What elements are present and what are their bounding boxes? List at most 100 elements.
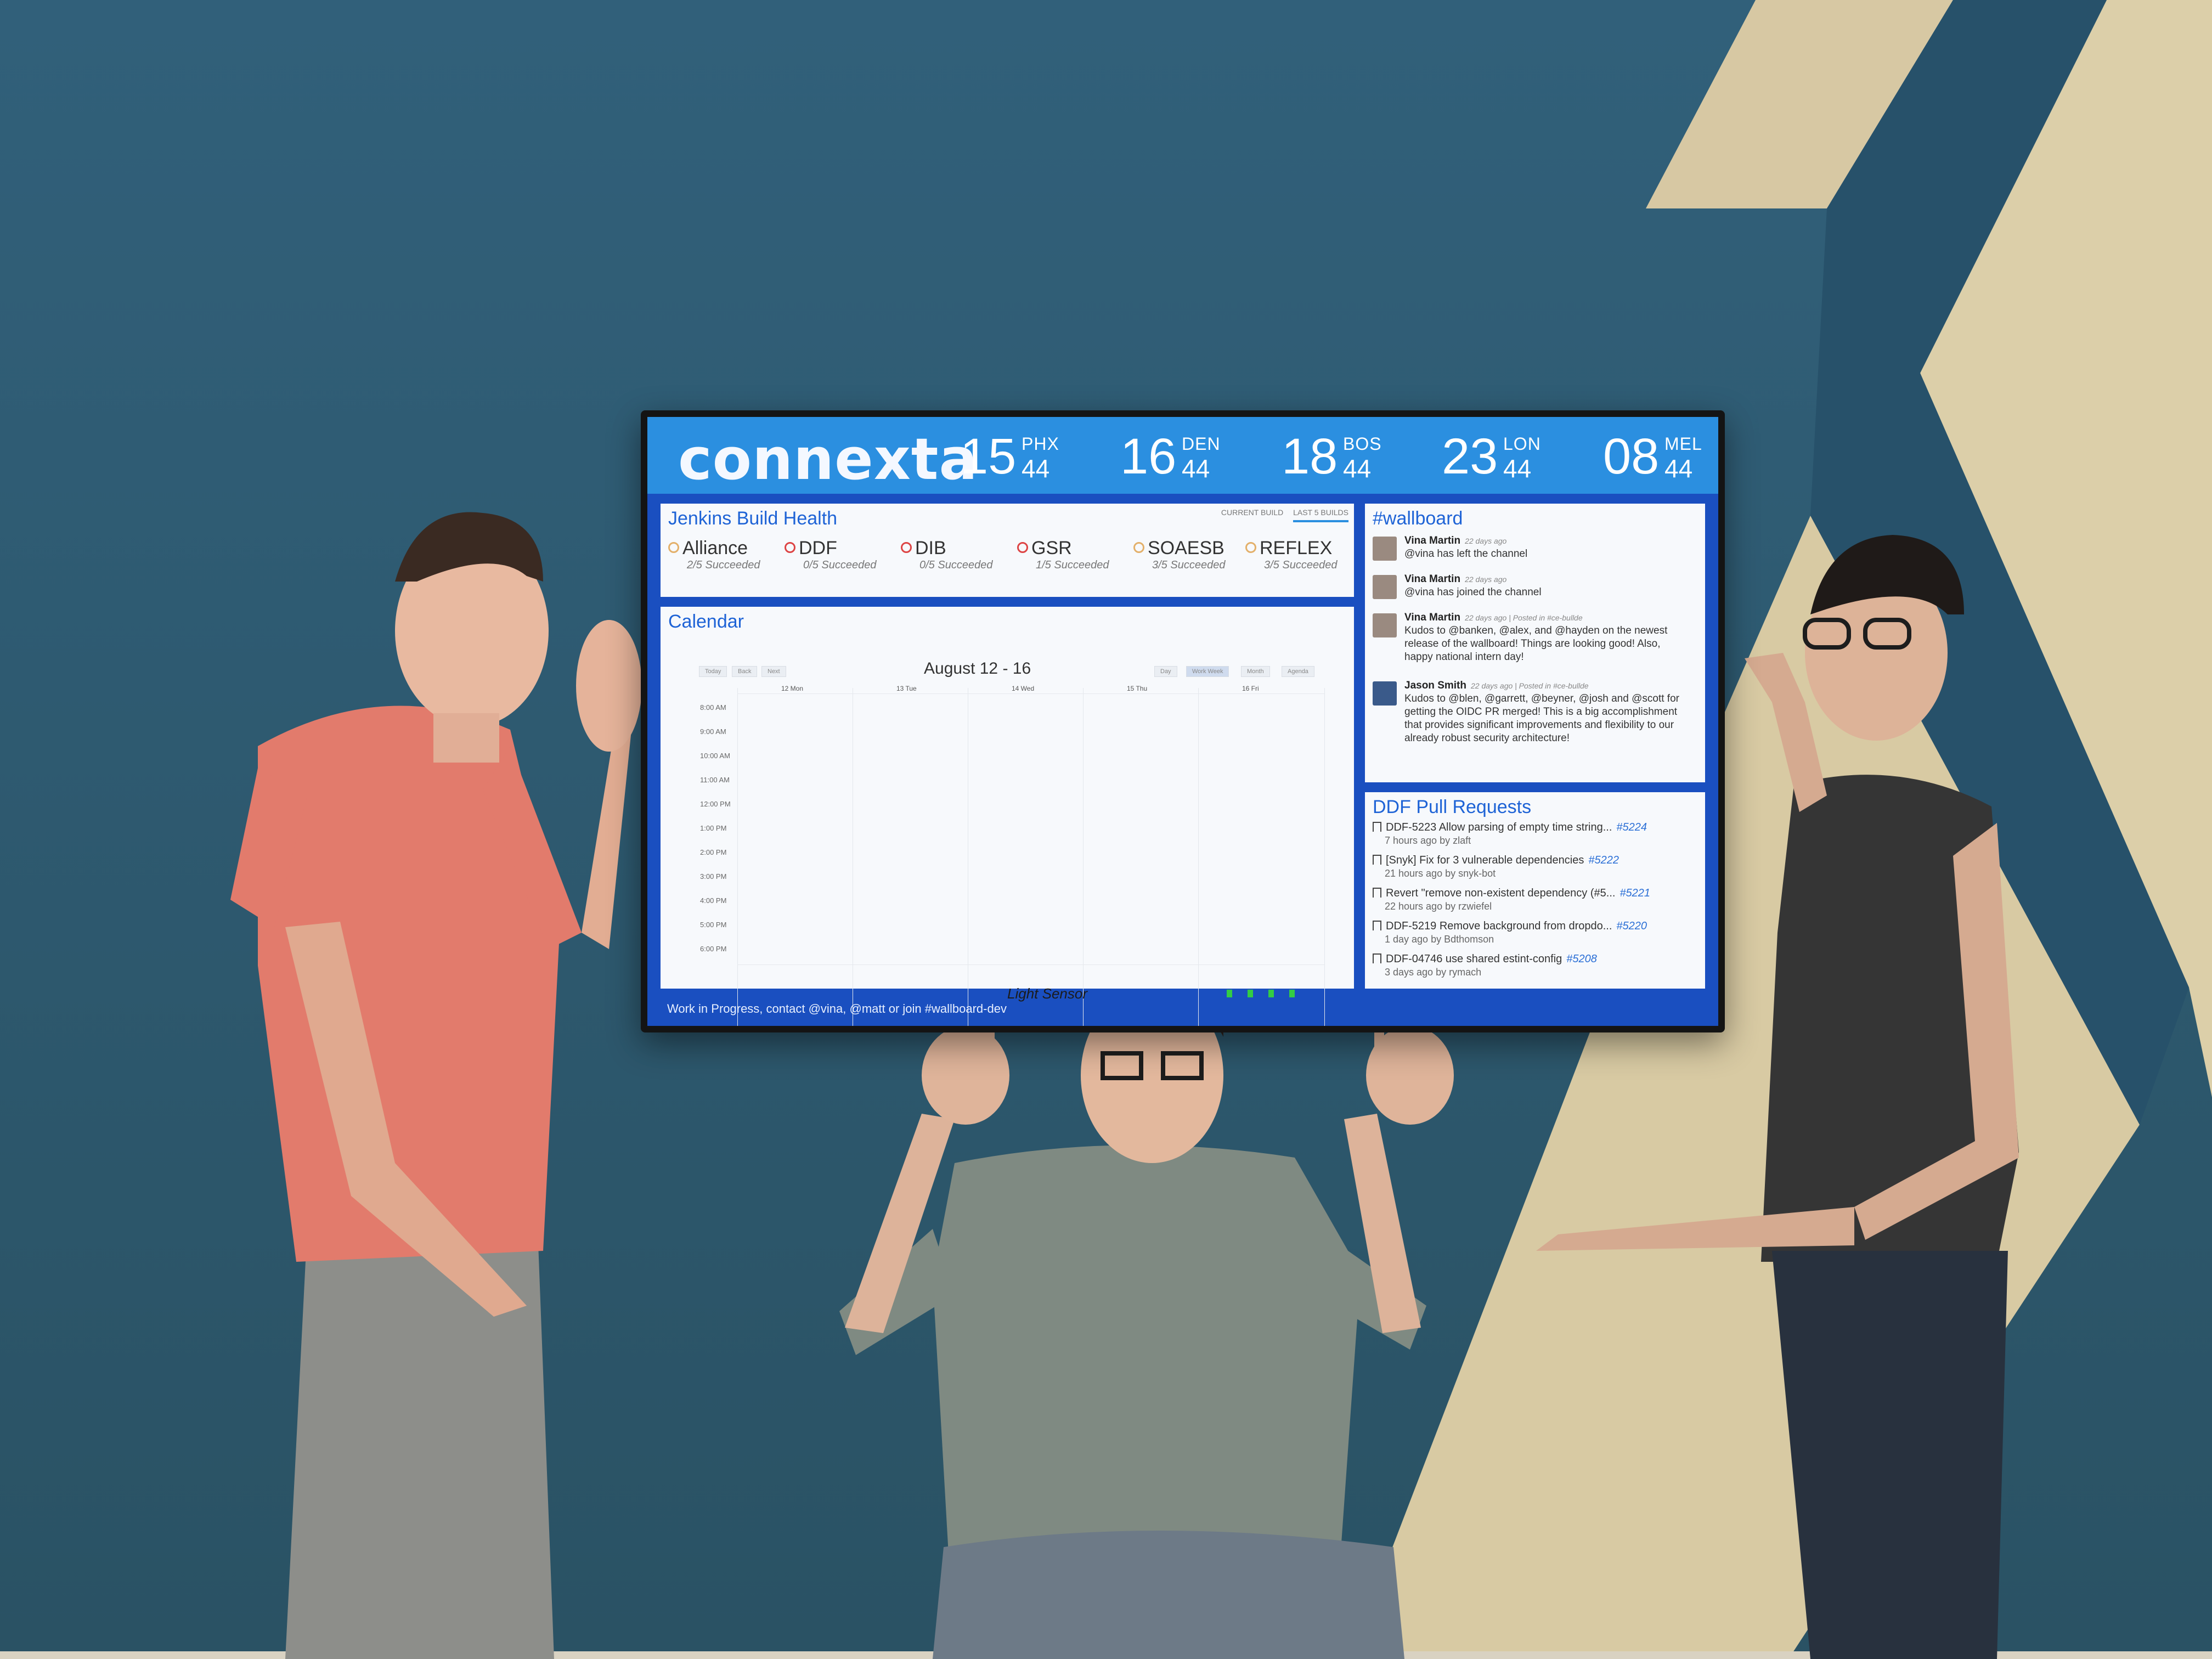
pull-request-icon: [1373, 822, 1381, 832]
message-author: Jason Smith: [1404, 680, 1466, 691]
calendar-time-slot: 11:00 AM: [700, 776, 730, 784]
pull-request-item[interactable]: DDF-5223 Allow parsing of empty time str…: [1373, 821, 1685, 847]
pr-number: #5220: [1616, 920, 1647, 932]
calendar-time-slot: 2:00 PM: [700, 848, 727, 856]
calendar-day-header: 12 Mon: [781, 685, 804, 692]
calendar-back-button[interactable]: Back: [732, 666, 758, 677]
pr-title: [Snyk] Fix for 3 vulnerable dependencies: [1386, 854, 1584, 866]
calendar-day-header: 14 Wed: [1012, 685, 1035, 692]
calendar-time-slot: 9:00 AM: [700, 727, 726, 736]
pr-number: #5222: [1588, 854, 1619, 866]
jenkins-title: Jenkins Build Health: [668, 508, 838, 529]
message-author: Vina Martin: [1404, 573, 1461, 585]
status-circle-icon: [1245, 542, 1256, 553]
calendar-column-line: [737, 688, 738, 1026]
calendar-view-month[interactable]: Month: [1241, 666, 1270, 677]
calendar-time-slot: 8:00 AM: [700, 703, 726, 712]
calendar-time-slot: 3:00 PM: [700, 872, 727, 881]
job-status: 3/5 Succeeded: [1152, 559, 1226, 571]
pull-requests-title: DDF Pull Requests: [1373, 797, 1532, 817]
pull-request-item[interactable]: DDF-04746 use shared estint-config #5208 …: [1373, 952, 1685, 979]
failed-circle-icon: [785, 542, 795, 553]
pull-request-icon: [1373, 921, 1381, 930]
calendar-today-button[interactable]: Today: [699, 666, 727, 677]
clock-hour: 08: [1603, 428, 1660, 484]
chat-message: Vina Martin 22 days ago | Posted in #ce-b…: [1373, 611, 1680, 664]
connexta-logo: connexta: [678, 426, 978, 493]
tab-current-build[interactable]: CURRENT BUILD: [1221, 508, 1283, 517]
message-time: 22 days ago: [1465, 575, 1507, 584]
job-name: DDF: [799, 538, 837, 558]
pr-title: DDF-5219 Remove background from dropdo..…: [1386, 920, 1612, 932]
calendar-next-button[interactable]: Next: [761, 666, 786, 677]
job-alliance: Alliance 2/5 Succeeded: [668, 538, 783, 572]
job-name: GSR: [1031, 538, 1072, 558]
pull-request-icon: [1373, 953, 1381, 963]
pull-request-item[interactable]: Revert "remove non-existent dependency (…: [1373, 887, 1685, 913]
clock-hour: 16: [1120, 428, 1177, 484]
light-sensor-label: Light Sensor: [1007, 985, 1087, 1002]
calendar-time-slot: 1:00 PM: [700, 824, 727, 832]
tab-last-5-builds[interactable]: LAST 5 BUILDS: [1293, 508, 1348, 522]
clock-city: PHX: [1022, 434, 1059, 454]
calendar-view-agenda[interactable]: Agenda: [1282, 666, 1314, 677]
calendar-row-line: [737, 693, 1324, 694]
footer-note: Work in Progress, contact @vina, @matt o…: [667, 1002, 1007, 1015]
chat-message: Vina Martin 22 days ago @vina has joined …: [1373, 573, 1680, 599]
job-name: REFLEX: [1260, 538, 1333, 558]
message-text: @vina has joined the channel: [1404, 586, 1542, 598]
calendar-view-work-week[interactable]: Work Week: [1186, 666, 1229, 677]
avatar: [1373, 575, 1397, 599]
message-text: Kudos to @banken, @alex, and @hayden on …: [1404, 625, 1668, 663]
wallboard-screen: connexta 15 PHX 44 16 DEN 44 18 BOS 44 2…: [647, 417, 1718, 1026]
calendar-view-day[interactable]: Day: [1154, 666, 1177, 677]
clock-minute: 44: [1664, 454, 1693, 483]
calendar-week-label: August 12 - 16: [924, 659, 1031, 678]
calendar-day-header: 13 Tue: [896, 685, 917, 692]
calendar-time-slot: 5:00 PM: [700, 921, 727, 929]
clock-minute: 44: [1022, 454, 1050, 483]
message-author: Vina Martin: [1404, 535, 1461, 546]
pr-title: DDF-5223 Allow parsing of empty time str…: [1386, 821, 1612, 833]
message-text: @vina has left the channel: [1404, 548, 1528, 560]
header-bar: connexta 15 PHX 44 16 DEN 44 18 BOS 44 2…: [647, 417, 1718, 494]
clock-bos: 18 BOS 44: [1282, 428, 1381, 484]
calendar-column-line: [1324, 688, 1325, 1026]
led-indicator: [1268, 990, 1274, 997]
avatar: [1373, 613, 1397, 637]
pr-meta: 21 hours ago by snyk-bot: [1385, 868, 1496, 879]
led-indicator: [1289, 990, 1295, 997]
job-status: 1/5 Succeeded: [1036, 559, 1109, 571]
pr-title: DDF-04746 use shared estint-config: [1386, 953, 1562, 965]
job-name: SOAESB: [1148, 538, 1224, 558]
chat-message: Jason Smith 22 days ago | Posted in #ce-b…: [1373, 679, 1680, 745]
job-soaesb: SOAESB 3/5 Succeeded: [1133, 538, 1249, 572]
pr-meta: 22 hours ago by rzwiefel: [1385, 901, 1492, 912]
job-status: 0/5 Succeeded: [919, 559, 993, 571]
pull-request-item[interactable]: DDF-5219 Remove background from dropdo..…: [1373, 919, 1685, 946]
calendar-row-line: [737, 964, 1324, 965]
pr-meta: 3 days ago by rymach: [1385, 967, 1482, 978]
message-time: 22 days ago | Posted in #ce-bullde: [1470, 681, 1589, 690]
job-name: Alliance: [682, 538, 748, 558]
calendar-title: Calendar: [668, 611, 744, 632]
wallboard-title: #wallboard: [1373, 508, 1463, 529]
clock-city: MEL: [1664, 434, 1702, 454]
message-time: 22 days ago | Posted in #ce-bullde: [1465, 613, 1583, 622]
sensor-leds: [1227, 990, 1310, 1000]
calendar-day-header: 16 Fri: [1242, 685, 1259, 692]
pr-number: #5224: [1616, 821, 1647, 833]
clock-hour: 18: [1282, 428, 1338, 484]
message-text: Kudos to @blen, @garrett, @beyner, @josh…: [1404, 693, 1679, 744]
wallboard-panel: #wallboard Vina Martin 22 days ago @vina …: [1365, 504, 1705, 782]
pull-requests-panel: DDF Pull Requests DDF-5223 Allow parsing…: [1365, 792, 1705, 989]
status-circle-icon: [668, 542, 679, 553]
clock-minute: 44: [1503, 454, 1532, 483]
avatar: [1373, 681, 1397, 706]
pull-request-item[interactable]: [Snyk] Fix for 3 vulnerable dependencies…: [1373, 854, 1685, 880]
status-circle-icon: [1133, 542, 1144, 553]
pr-number: #5208: [1566, 953, 1597, 965]
led-indicator: [1227, 990, 1232, 997]
job-name: DIB: [915, 538, 946, 558]
calendar-time-slot: 4:00 PM: [700, 896, 727, 905]
